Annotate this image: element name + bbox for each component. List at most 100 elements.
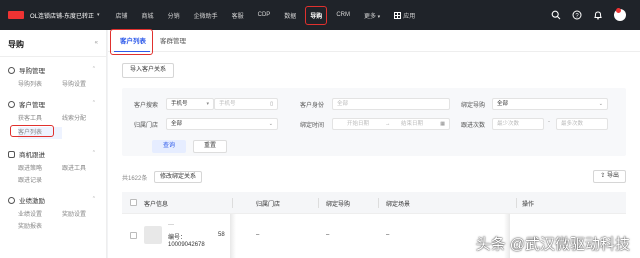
row-checkbox[interactable] — [130, 232, 137, 239]
customer-identity-label: 客户身份 — [300, 103, 325, 109]
sidebar-group-header[interactable]: 业绩激励 — [0, 191, 106, 209]
brand-logo — [8, 11, 24, 19]
chevron-down-icon[interactable]: ▾ — [97, 12, 100, 18]
guide-value: 全部 — [497, 101, 509, 107]
sidebar-divider — [0, 56, 106, 57]
group-label: 业绩激励 — [19, 198, 45, 205]
max-followups-input[interactable]: 最多次数 — [556, 118, 608, 130]
sidebar-item-performance-settings[interactable]: 业绩设置 — [18, 209, 62, 221]
sidebar-title: 导购 — [8, 40, 24, 49]
main-content: 客户列表 客群管理 导入客户关系 客户搜索 手机号 ▾ 手机号 ▯ 客户身份 全部 … — [108, 29, 640, 258]
total-count: 共1622条 — [122, 176, 148, 182]
sidebar-item-reward-report[interactable]: 奖励报表 — [18, 221, 62, 233]
highlight-box — [10, 125, 54, 137]
group-label: 客户管理 — [19, 102, 45, 109]
sidebar-item-customer-list[interactable]: 客户列表 — [10, 125, 62, 139]
select-all-checkbox[interactable] — [130, 199, 137, 206]
nav-item-mall[interactable]: 商城 — [142, 11, 154, 20]
tab-customer-group-management[interactable]: 客群管理 — [154, 35, 194, 51]
apps-grid-icon — [394, 11, 402, 19]
nav-item-store[interactable]: 店铺 — [116, 11, 128, 20]
sidebar-group-opportunity-followup: 商机跟进 ⌃ 跟进策略 跟进工具 跟进记录 — [0, 145, 106, 187]
customer-name: --- — [168, 222, 174, 228]
store-switcher[interactable]: OL连锁店铺-东度已转正 — [30, 11, 94, 20]
nav-item-cdp[interactable]: CDP — [258, 12, 271, 18]
column-divider — [516, 198, 517, 208]
help-icon[interactable]: ? — [571, 9, 583, 21]
search-icon[interactable] — [550, 9, 562, 21]
export-icon: ⇪ — [600, 173, 606, 179]
customer-bind-scene: – — [386, 232, 390, 238]
chevron-down-icon: ⌄ — [268, 121, 273, 127]
chevron-up-icon[interactable]: ⌃ — [92, 150, 96, 156]
person-icon — [8, 66, 15, 74]
top-navigation-bar: OL连锁店铺-东度已转正 ▾ 店铺 商城 分销 企微助手 客服 CDP 数据 导… — [0, 0, 640, 30]
max-placeholder: 最多次数 — [561, 121, 584, 127]
reset-button[interactable]: 重置 — [193, 140, 227, 153]
nav-item-data[interactable]: 数据 — [284, 11, 296, 20]
chevron-up-icon[interactable]: ⌃ — [92, 66, 96, 72]
sidebar-item-lead-assignment[interactable]: 线索分配 — [62, 113, 106, 125]
modify-binding-button[interactable]: 修改绑定关系 — [154, 171, 203, 183]
query-button[interactable]: 查询 — [152, 140, 186, 153]
nav-item-crm[interactable]: CRM — [336, 12, 350, 18]
calendar-icon: ▦ — [440, 121, 445, 127]
chevron-up-icon[interactable]: ⌃ — [92, 100, 96, 106]
nav-item-more[interactable]: 更多 ▾ — [364, 11, 380, 20]
chevron-up-icon[interactable]: ⌃ — [92, 196, 96, 202]
sidebar-group-header[interactable]: 客户管理 — [0, 95, 106, 113]
sidebar-group-header[interactable]: 导购管理 — [0, 61, 106, 79]
main-nav: 店铺 商城 分销 企微助手 客服 CDP 数据 导购 CRM 更多 ▾ 应用 — [116, 0, 430, 30]
sidebar-item-followup-strategy[interactable]: 跟进策略 — [18, 163, 62, 175]
store-value: 全部 — [171, 121, 183, 127]
nav-item-shopping-guide[interactable]: 导购 — [305, 5, 328, 25]
bound-guide-select[interactable]: 全部 ⌄ — [492, 98, 608, 110]
sidebar-item-followup-records[interactable]: 跟进记录 — [18, 175, 62, 187]
customer-store: – — [256, 232, 260, 238]
sidebar-item-guide-list[interactable]: 导购列表 — [18, 79, 62, 91]
nav-item-distribution[interactable]: 分销 — [168, 11, 180, 20]
group-label: 商机跟进 — [19, 152, 45, 159]
group-label: 导购管理 — [19, 68, 45, 75]
customer-search-label: 客户搜索 — [134, 103, 159, 109]
nav-item-apps[interactable]: 应用 — [394, 11, 415, 20]
sidebar-item-acquisition-tools[interactable]: 获客工具 — [18, 113, 62, 125]
bell-icon[interactable] — [592, 9, 604, 21]
sidebar-group-header[interactable]: 商机跟进 — [0, 145, 106, 163]
start-date: 开始日期 — [347, 121, 370, 127]
end-date: 结束日期 — [401, 121, 424, 127]
store-label: 归属门店 — [134, 123, 159, 129]
export-button[interactable]: ⇪ 导出 — [593, 170, 626, 183]
collapse-icon[interactable]: « — [95, 40, 98, 46]
search-type-select[interactable]: 手机号 ▾ — [166, 98, 214, 110]
nav-item-customer-service[interactable]: 客服 — [232, 11, 244, 20]
sidebar-item-reward-settings[interactable]: 奖励设置 — [62, 209, 106, 221]
sidebar-group-guide-management: 导购管理 ⌃ 导购列表 导购设置 — [0, 61, 106, 91]
watermark: 头条 @武汉微驱动科技 — [475, 236, 630, 253]
list-toolbar: 共1622条 修改绑定关系 ⇪ 导出 — [122, 170, 626, 184]
customer-avatar — [144, 226, 162, 244]
tab-bar: 客户列表 客群管理 — [108, 29, 640, 55]
chevron-down-icon: ▾ — [377, 13, 381, 20]
min-followups-input[interactable]: 最少次数 — [492, 118, 544, 130]
import-customer-relation-button[interactable]: 导入客户关系 — [122, 63, 175, 78]
customer-id: 10009042678 — [168, 242, 205, 248]
nav-more-label: 更多 — [363, 13, 376, 20]
chevron-down-icon: ▾ — [206, 101, 209, 107]
opportunity-icon — [8, 150, 15, 158]
column-header-bind-scene: 绑定场景 — [386, 202, 411, 208]
tab-customer-list[interactable]: 客户列表 — [110, 29, 154, 55]
sticky-column-shadow — [230, 214, 236, 258]
sidebar-item-followup-tools[interactable]: 跟进工具 — [62, 163, 106, 175]
sidebar-group-customer-management: 客户管理 ⌃ 获客工具 线索分配 客户列表 — [0, 95, 106, 139]
date-range-picker[interactable]: 开始日期 → 结束日期 ▦ — [332, 118, 450, 130]
store-select[interactable]: 全部 ⌄ — [166, 118, 278, 130]
nav-item-wecom-assistant[interactable]: 企微助手 — [194, 11, 218, 20]
truncated-value: 58 — [218, 232, 225, 238]
filter-panel: 客户搜索 手机号 ▾ 手机号 ▯ 客户身份 全部 绑定导购 全部 ⌄ 归属门店 全部 ⌄… — [122, 88, 626, 156]
sidebar-item-guide-settings[interactable]: 导购设置 — [62, 79, 106, 91]
search-input[interactable]: 手机号 ▯ — [214, 98, 278, 110]
trophy-icon — [8, 196, 15, 204]
customer-identity-select[interactable]: 全部 — [332, 98, 450, 110]
search-type-value: 手机号 — [171, 101, 188, 107]
